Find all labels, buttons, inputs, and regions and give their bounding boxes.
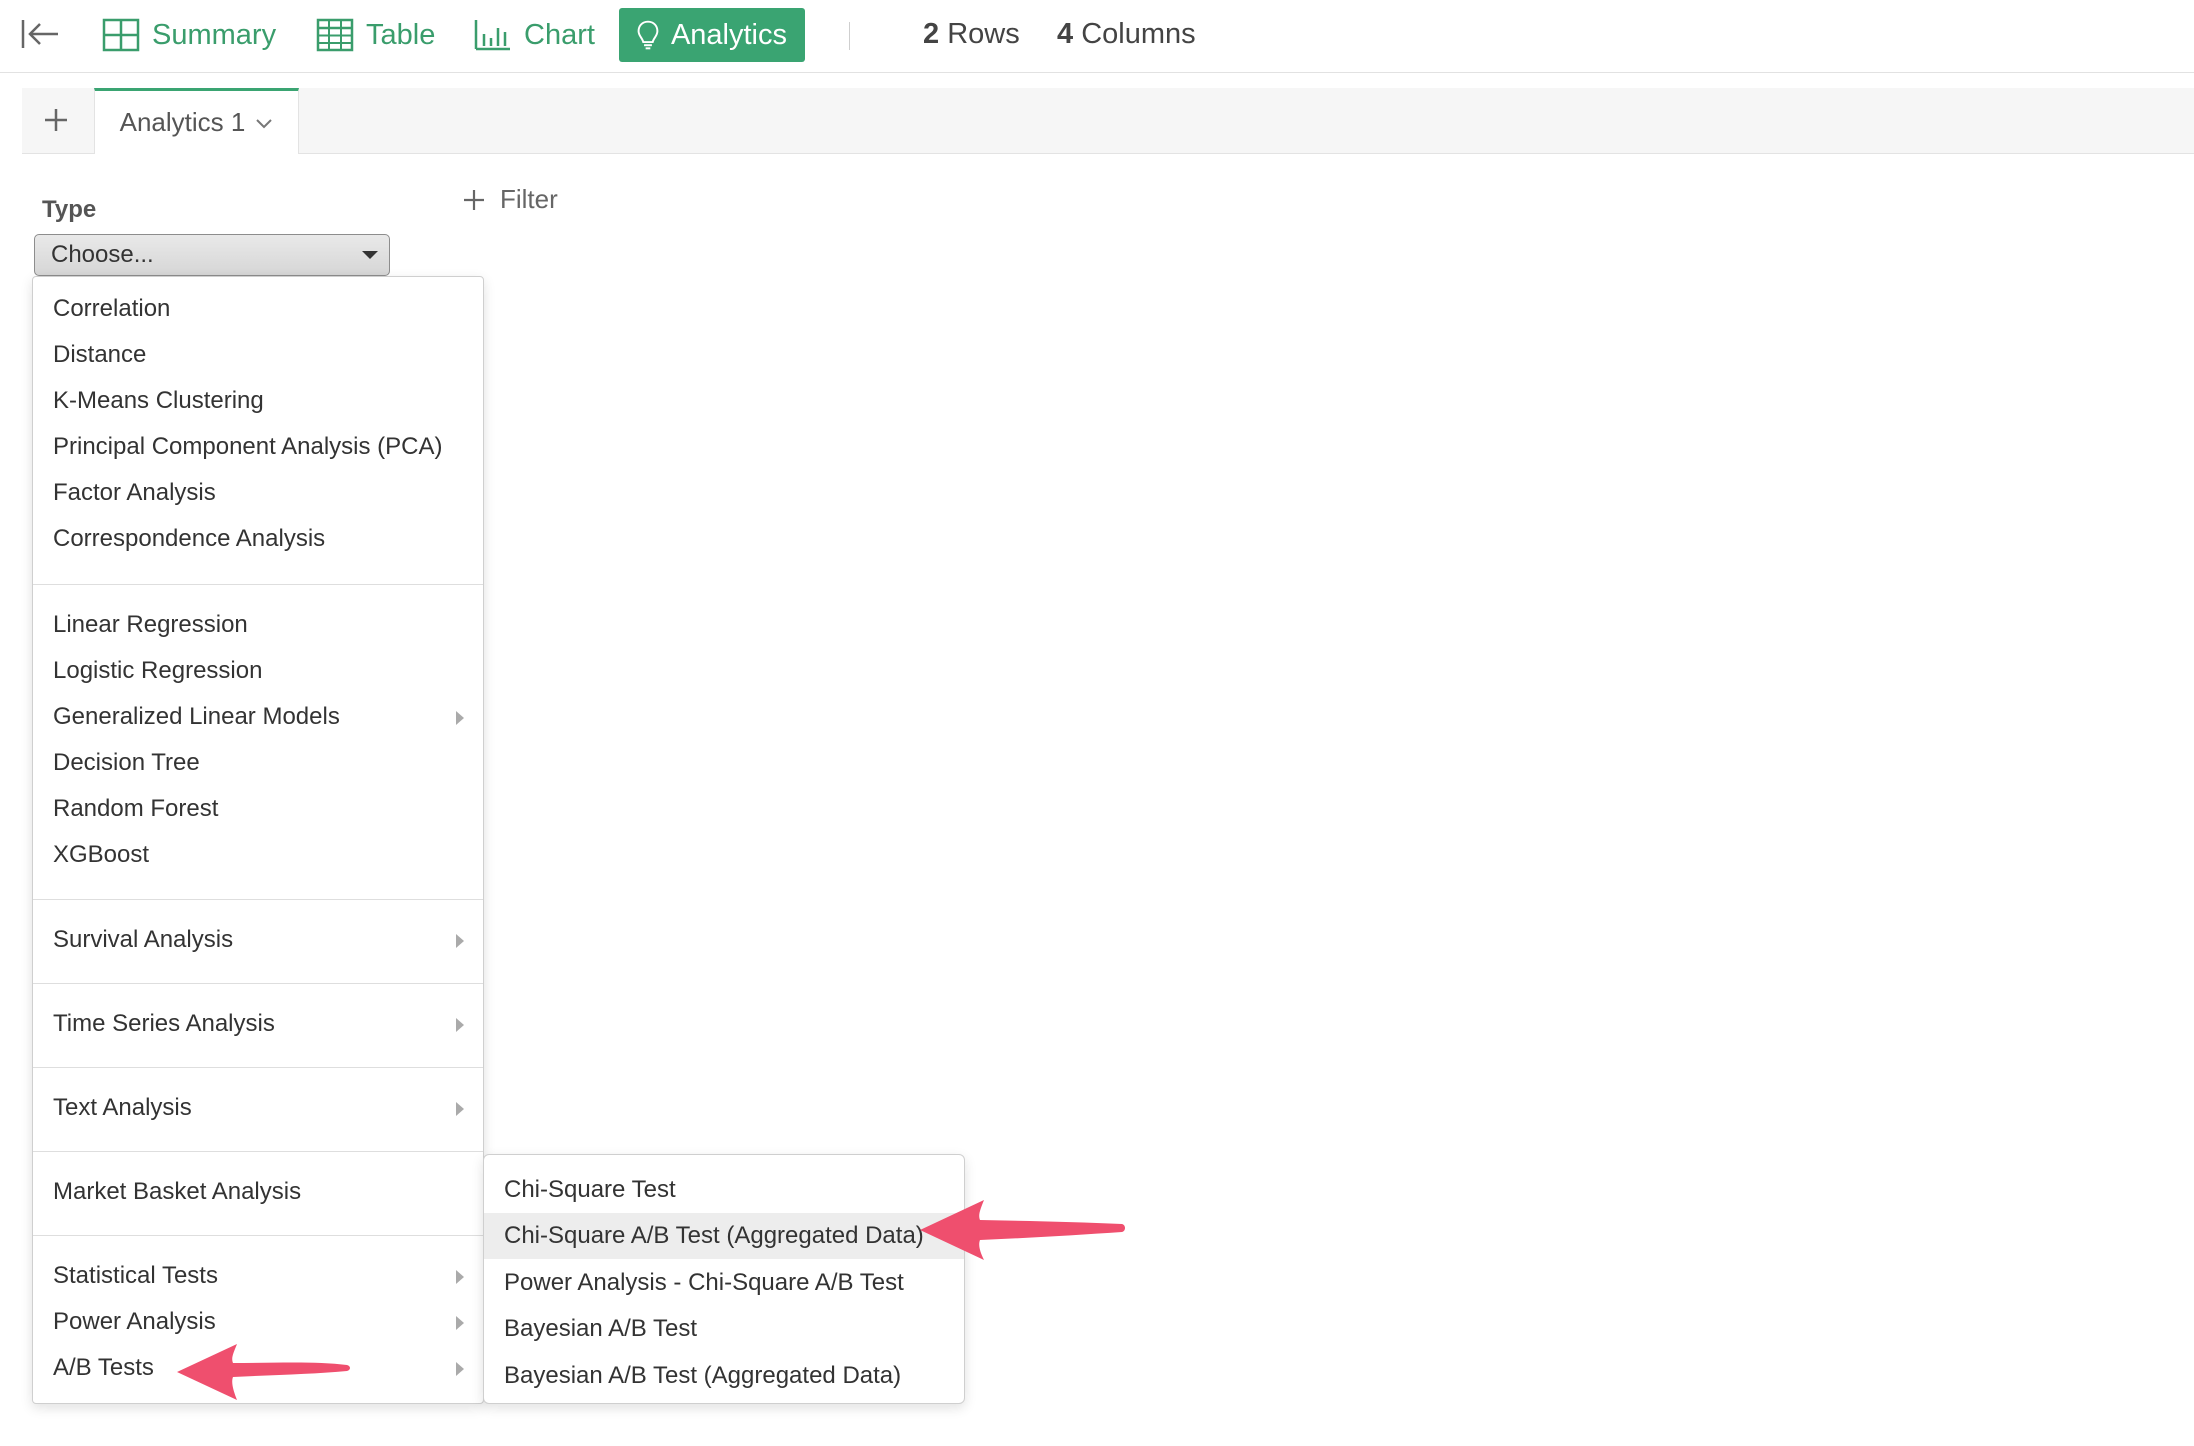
menu-item-factor-analysis[interactable]: Factor Analysis (33, 470, 483, 516)
submenu-arrow-icon (456, 1316, 464, 1330)
menu-item-label: A/B Tests (53, 1354, 154, 1381)
menu-item-distance[interactable]: Distance (33, 332, 483, 378)
menu-item-text-analysis[interactable]: Text Analysis (33, 1085, 483, 1131)
table-icon (316, 18, 354, 52)
menu-separator (33, 899, 483, 900)
menu-item-time-series-analysis[interactable]: Time Series Analysis (33, 1001, 483, 1047)
menu-item-label: Time Series Analysis (53, 1010, 275, 1037)
tab-label: Analytics 1 (119, 107, 246, 137)
menu-item-correlation[interactable]: Correlation (33, 286, 483, 332)
menu-item-statistical-tests[interactable]: Statistical Tests (33, 1253, 483, 1299)
submenu-item-bayesian-ab-test-aggregated[interactable]: Bayesian A/B Test (Aggregated Data) (484, 1353, 964, 1399)
submenu-arrow-icon (456, 1018, 464, 1032)
menu-item-pca[interactable]: Principal Component Analysis (PCA) (33, 424, 483, 470)
add-filter-button[interactable]: Filter (462, 184, 558, 215)
submenu-item-chi-square-test[interactable]: Chi-Square Test (484, 1167, 964, 1213)
chart-label: Chart (524, 18, 595, 51)
analytics-label: Analytics (670, 18, 787, 51)
menu-item-label: Power Analysis (53, 1308, 216, 1335)
menu-separator (33, 584, 483, 585)
table-tab[interactable]: Table (316, 8, 435, 62)
analytics-tab[interactable]: Analytics (619, 8, 805, 62)
menu-item-label: Survival Analysis (53, 926, 234, 953)
type-select[interactable]: Choose... (34, 234, 390, 276)
submenu-arrow-icon (456, 1270, 464, 1284)
menu-item-k-means-clustering[interactable]: K-Means Clustering (33, 378, 483, 424)
submenu-item-power-analysis-chi-square-ab-test[interactable]: Power Analysis - Chi-Square A/B Test (484, 1260, 964, 1306)
submenu-item-bayesian-ab-test[interactable]: Bayesian A/B Test (484, 1306, 964, 1352)
rows-count: 2 Rows (923, 18, 1020, 50)
collapse-sidebar-icon[interactable] (20, 14, 64, 54)
annotation-arrow-icon (177, 1344, 350, 1400)
menu-item-decision-tree[interactable]: Decision Tree (33, 740, 483, 786)
plus-icon (45, 109, 67, 131)
type-label: Type (42, 196, 97, 223)
summary-icon (102, 18, 140, 52)
top-toolbar: Summary Table Chart Analytics 2 Rows 4 C… (0, 0, 2194, 73)
table-label: Table (366, 18, 436, 51)
chart-tab[interactable]: Chart (474, 8, 595, 62)
menu-item-correspondence-analysis[interactable]: Correspondence Analysis (33, 516, 483, 562)
submenu-arrow-icon (456, 1362, 464, 1376)
submenu-arrow-icon (456, 711, 464, 725)
ab-tests-submenu: Chi-Square Test Chi-Square A/B Test (Agg… (483, 1154, 965, 1404)
menu-separator (33, 1067, 483, 1068)
chevron-down-icon[interactable] (255, 117, 273, 129)
menu-item-market-basket-analysis[interactable]: Market Basket Analysis (33, 1169, 483, 1215)
menu-item-xgboost[interactable]: XGBoost (33, 832, 483, 878)
submenu-arrow-icon (456, 1102, 464, 1116)
toolbar-divider (849, 22, 850, 50)
menu-item-survival-analysis[interactable]: Survival Analysis (33, 917, 483, 963)
menu-item-logistic-regression[interactable]: Logistic Regression (33, 648, 483, 694)
submenu-arrow-icon (456, 934, 464, 948)
summary-label: Summary (152, 18, 277, 51)
menu-item-label: Text Analysis (53, 1094, 192, 1121)
menu-separator (33, 1151, 483, 1152)
columns-count: 4 Columns (1057, 18, 1196, 50)
menu-separator (33, 1235, 483, 1236)
submenu-item-chi-square-ab-test-aggregated[interactable]: Chi-Square A/B Test (Aggregated Data) (484, 1213, 964, 1259)
tab-analytics-1[interactable]: Analytics 1 (94, 88, 299, 154)
add-tab-button[interactable] (38, 102, 74, 138)
menu-item-power-analysis[interactable]: Power Analysis (33, 1299, 483, 1345)
lightbulb-icon (637, 20, 659, 50)
menu-item-label: Generalized Linear Models (53, 703, 340, 730)
menu-item-linear-regression[interactable]: Linear Regression (33, 602, 483, 648)
summary-tab[interactable]: Summary (102, 8, 276, 62)
analytics-type-menu: Correlation Distance K-Means Clustering … (32, 276, 484, 1404)
bar-chart-icon (474, 20, 510, 51)
filter-label: Filter (500, 184, 558, 214)
analytics-tab-bar: Analytics 1 (22, 88, 2194, 154)
annotation-arrow-icon (920, 1200, 1125, 1260)
plus-icon (464, 189, 484, 210)
type-select-value: Choose... (51, 241, 154, 268)
menu-item-label: Statistical Tests (53, 1262, 218, 1289)
menu-item-random-forest[interactable]: Random Forest (33, 786, 483, 832)
caret-down-icon (362, 251, 378, 259)
menu-separator (33, 983, 483, 984)
menu-item-generalized-linear-models[interactable]: Generalized Linear Models (33, 694, 483, 740)
